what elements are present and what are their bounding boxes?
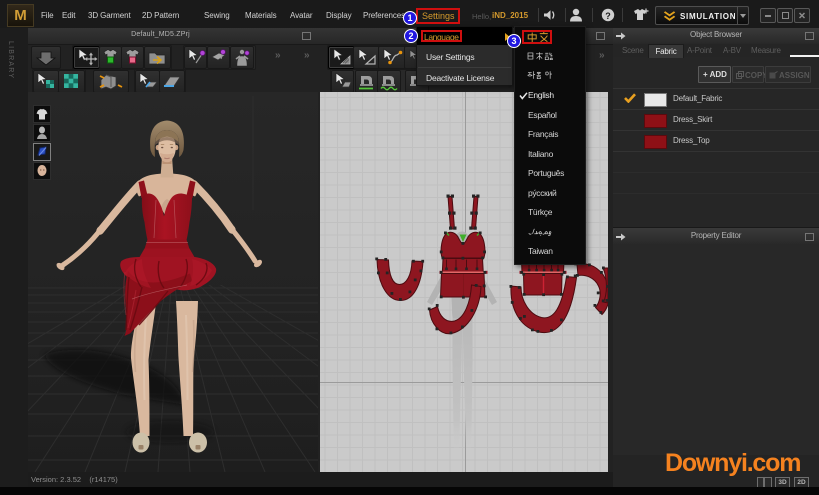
svg-text:?: ? [605, 11, 611, 21]
